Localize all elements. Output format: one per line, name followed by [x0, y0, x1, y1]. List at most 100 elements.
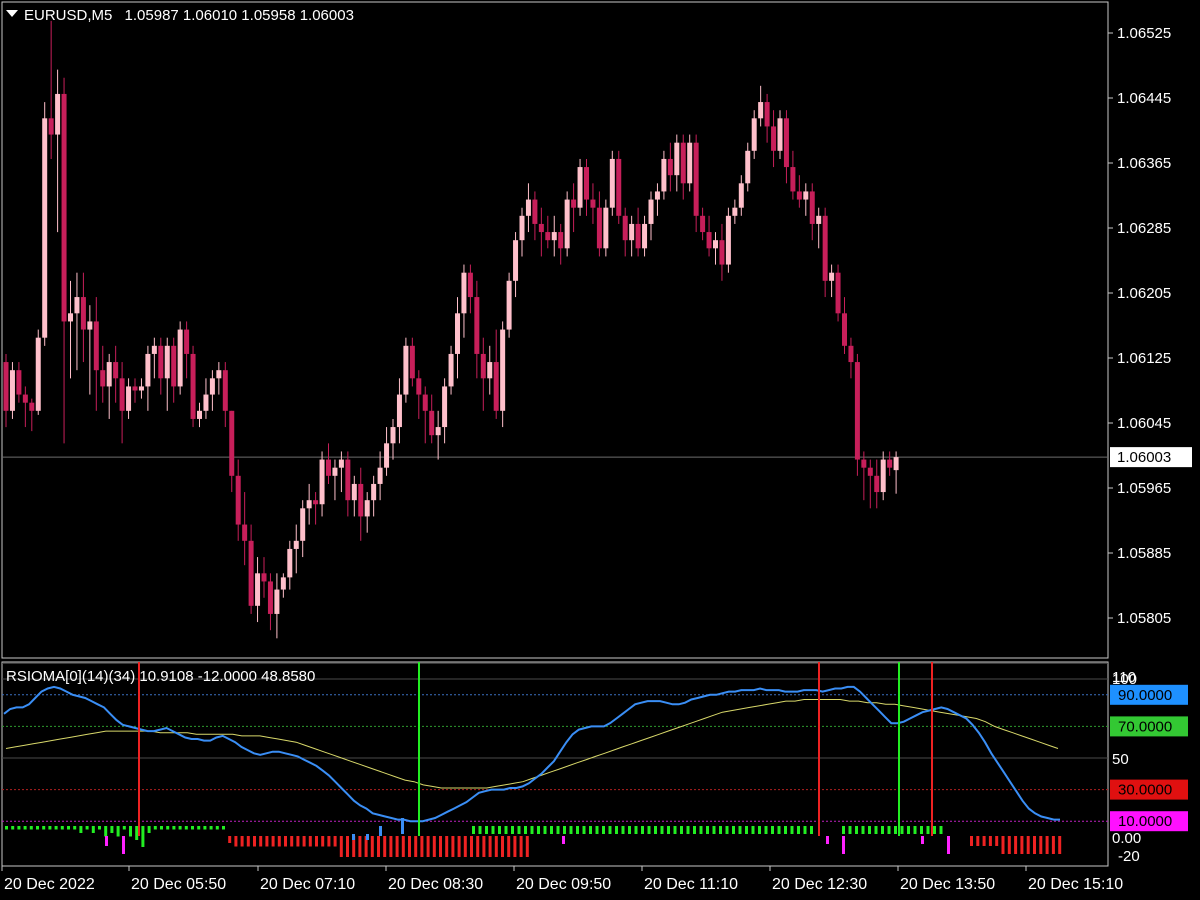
- candle-body: [216, 370, 222, 379]
- histogram-bar: [395, 836, 399, 857]
- candle-body: [106, 362, 112, 387]
- candle-body: [493, 362, 499, 411]
- candle-body: [545, 232, 551, 241]
- histogram-bar: [887, 826, 891, 834]
- histogram-bar: [414, 836, 418, 857]
- histogram-bar: [370, 836, 374, 857]
- histogram-bar: [507, 836, 511, 857]
- candle-body: [48, 118, 54, 135]
- histogram-bar: [67, 826, 70, 830]
- candle-body: [248, 540, 254, 606]
- candle-body: [654, 191, 660, 200]
- candle-body: [829, 272, 835, 281]
- histogram-bar: [240, 836, 244, 847]
- histogram-bar: [995, 836, 999, 846]
- candle-body: [274, 589, 280, 614]
- candle-body: [222, 370, 228, 411]
- candle-body: [287, 548, 293, 578]
- candle-body: [693, 142, 699, 216]
- histogram-bar: [894, 826, 897, 834]
- candle-body: [16, 370, 22, 395]
- time-tick-label: 20 Dec 05:50: [131, 876, 226, 893]
- candle-body: [332, 467, 338, 476]
- histogram-bar: [842, 826, 845, 834]
- candle-body: [255, 573, 261, 606]
- histogram-bar: [485, 826, 488, 834]
- candle-body: [506, 280, 512, 330]
- indicator-axis: 110100500.00-2090.000070.000030.000010.0…: [1110, 669, 1188, 865]
- histogram-bar: [647, 826, 651, 834]
- rsi-line: [3, 685, 1060, 823]
- histogram-bar: [23, 826, 27, 830]
- histogram-bar: [680, 826, 683, 834]
- histogram-spike: [379, 826, 382, 836]
- candle-body: [596, 207, 602, 249]
- candle-body: [558, 232, 564, 249]
- histogram-bar: [511, 826, 514, 834]
- histogram-bar: [501, 836, 504, 857]
- histogram-bar: [147, 826, 151, 833]
- histogram-bar: [589, 826, 592, 834]
- histogram-bar: [153, 826, 157, 830]
- histogram-bar: [110, 826, 114, 833]
- histogram-bar: [42, 826, 46, 830]
- candle-body: [616, 158, 622, 216]
- histogram-bar: [712, 826, 716, 834]
- candle-body: [771, 126, 777, 151]
- histogram-bar: [504, 826, 508, 834]
- candle-body: [880, 459, 886, 493]
- candle-body: [874, 475, 880, 493]
- candle-body: [435, 427, 441, 436]
- histogram-bar: [141, 826, 145, 847]
- candle-body: [700, 215, 706, 233]
- candle-body: [261, 573, 267, 582]
- chart-canvas[interactable]: 1.06525 1.06445 1.06365 1.06285 1.06205 1.061…: [0, 0, 1200, 900]
- candle-body: [74, 297, 80, 314]
- price-tick-label: 1.06125: [1117, 350, 1171, 367]
- level-tag-label: 30.0000: [1118, 782, 1172, 799]
- histogram-bar: [315, 836, 318, 847]
- candle-body: [164, 345, 170, 379]
- candle-body: [371, 483, 377, 501]
- candle-body: [455, 313, 460, 354]
- indicator-header: RSIOMA[0](14)(34) 10.9108 -12.0000 48.85…: [6, 668, 315, 685]
- histogram-bar: [160, 826, 163, 830]
- histogram-bar: [693, 826, 696, 834]
- candle-body: [42, 118, 48, 338]
- indicator-histogram: [5, 818, 1062, 857]
- chart-menu-icon[interactable]: [6, 10, 18, 17]
- candle-body: [584, 167, 589, 200]
- histogram-bar: [634, 826, 638, 834]
- histogram-bar: [1039, 836, 1043, 854]
- ind-tick-label: -20: [1118, 848, 1140, 865]
- price-tick-label: 1.06205: [1117, 285, 1171, 302]
- histogram-bar: [17, 826, 21, 830]
- histogram-bar: [290, 836, 294, 847]
- histogram-bar: [576, 826, 579, 834]
- candle-body: [887, 459, 893, 468]
- histogram-bar: [907, 826, 910, 834]
- indicator-lines: [3, 685, 1060, 823]
- histogram-bar: [569, 826, 573, 834]
- candle-body: [706, 232, 712, 249]
- candle-body: [158, 345, 164, 379]
- histogram-bar: [641, 826, 644, 834]
- candle-body: [235, 475, 241, 525]
- histogram-bar: [426, 836, 430, 857]
- histogram-bar: [771, 826, 774, 834]
- candle-body: [409, 345, 415, 379]
- histogram-bar: [732, 826, 735, 834]
- candle-body: [390, 427, 396, 444]
- histogram-spike: [921, 836, 924, 844]
- histogram-bar: [166, 826, 170, 830]
- candle-body: [525, 199, 531, 216]
- candle-body: [745, 150, 751, 184]
- histogram-bar: [472, 826, 475, 834]
- histogram-spike: [105, 836, 108, 846]
- ind-tick-label: 50: [1112, 751, 1129, 768]
- histogram-bar: [517, 826, 521, 834]
- candle-body: [364, 500, 370, 517]
- candle-body: [500, 329, 506, 411]
- time-tick-label: 20 Dec 11:10: [644, 876, 738, 893]
- candle-body: [532, 199, 538, 224]
